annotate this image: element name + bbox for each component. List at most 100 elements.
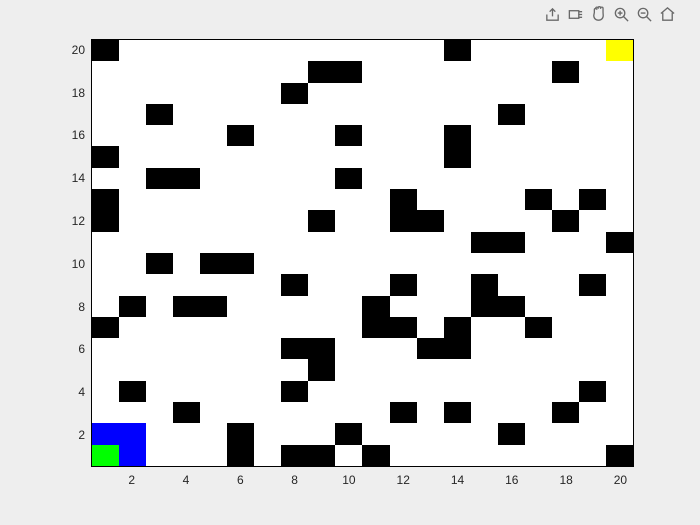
cell [200,83,227,104]
cell [200,359,227,380]
cell [362,232,389,253]
zoom-out-icon[interactable] [636,6,653,28]
cell [146,381,173,402]
cell [119,381,146,402]
cell [498,445,525,466]
cell [92,146,119,167]
cell [146,83,173,104]
cell [254,317,281,338]
cell [362,253,389,274]
cell [254,146,281,167]
cell [227,189,254,210]
cell [390,274,417,295]
cell [606,40,633,61]
y-tick-label: 16 [55,129,85,141]
share-icon[interactable] [544,6,561,28]
cell [254,296,281,317]
cell [362,61,389,82]
cell [525,104,552,125]
cell [362,125,389,146]
cell [471,40,498,61]
cell [417,253,444,274]
cell [471,253,498,274]
cell [308,61,335,82]
cell [173,104,200,125]
cell [579,423,606,444]
cell [552,338,579,359]
cell [471,445,498,466]
cell [444,232,471,253]
cell [552,125,579,146]
cell [606,125,633,146]
cell [417,445,444,466]
cell [92,296,119,317]
cell [417,423,444,444]
cell [227,317,254,338]
cell [579,253,606,274]
cell [552,381,579,402]
cell [498,189,525,210]
cell [417,317,444,338]
cell [390,104,417,125]
cell [227,402,254,423]
cell [362,338,389,359]
cell [200,338,227,359]
cell [119,61,146,82]
cell [417,210,444,231]
cell [552,146,579,167]
figure-window: 2468101214161820 2468101214161820 [0,0,700,525]
cell [606,423,633,444]
cell [200,104,227,125]
cell [606,83,633,104]
cell [254,423,281,444]
y-tick-label: 8 [55,301,85,313]
cell [308,232,335,253]
cell [498,83,525,104]
cell [92,61,119,82]
cell [362,274,389,295]
cell [254,402,281,423]
cell [606,61,633,82]
cell [227,232,254,253]
cell [525,83,552,104]
cell [146,253,173,274]
cell [254,189,281,210]
cell [362,168,389,189]
cell [173,83,200,104]
cell [390,83,417,104]
cell [173,338,200,359]
cell [552,210,579,231]
cell [335,189,362,210]
cell [281,168,308,189]
cell [552,40,579,61]
cell [173,317,200,338]
cell [254,338,281,359]
x-tick-label: 2 [128,474,135,486]
cell [335,338,362,359]
cell [444,189,471,210]
cell [146,338,173,359]
cell [498,146,525,167]
cell [119,40,146,61]
cell [471,168,498,189]
cell [335,210,362,231]
x-tick-label: 8 [291,474,298,486]
zoom-in-icon[interactable] [613,6,630,28]
cell [308,168,335,189]
cell [173,296,200,317]
brush-icon[interactable] [567,6,584,28]
cell [254,40,281,61]
cell [200,40,227,61]
cell [417,168,444,189]
pan-icon[interactable] [590,6,607,28]
cell [525,423,552,444]
cell [335,274,362,295]
cell [362,402,389,423]
cell [254,210,281,231]
cell [606,189,633,210]
cell [444,338,471,359]
home-icon[interactable] [659,6,676,28]
cell [119,104,146,125]
x-tick-label: 4 [183,474,190,486]
cell [92,445,119,466]
